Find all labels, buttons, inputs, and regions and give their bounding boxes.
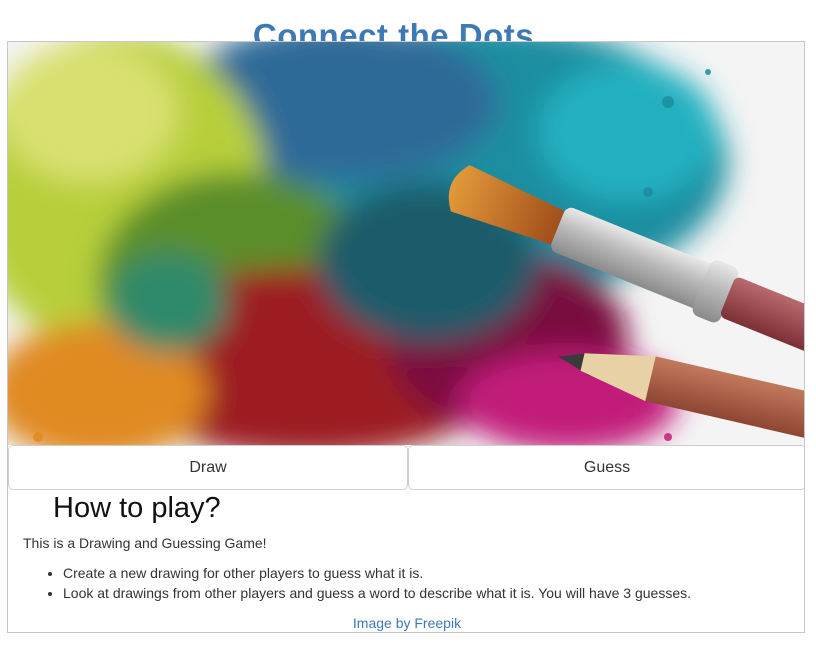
game-card: Draw Guess How to play? This is a Drawin… [7,41,805,633]
rules-list: Create a new drawing for other players t… [23,563,691,603]
image-credit-link[interactable]: Image by Freepik [8,613,804,632]
draw-button[interactable]: Draw [8,445,408,490]
hero-image [8,42,804,445]
how-to-play-heading: How to play? [53,492,221,524]
list-item: Look at drawings from other players and … [63,583,691,603]
list-item: Create a new drawing for other players t… [63,563,691,583]
guess-button[interactable]: Guess [408,445,804,490]
intro-text: This is a Drawing and Guessing Game! [23,535,267,551]
